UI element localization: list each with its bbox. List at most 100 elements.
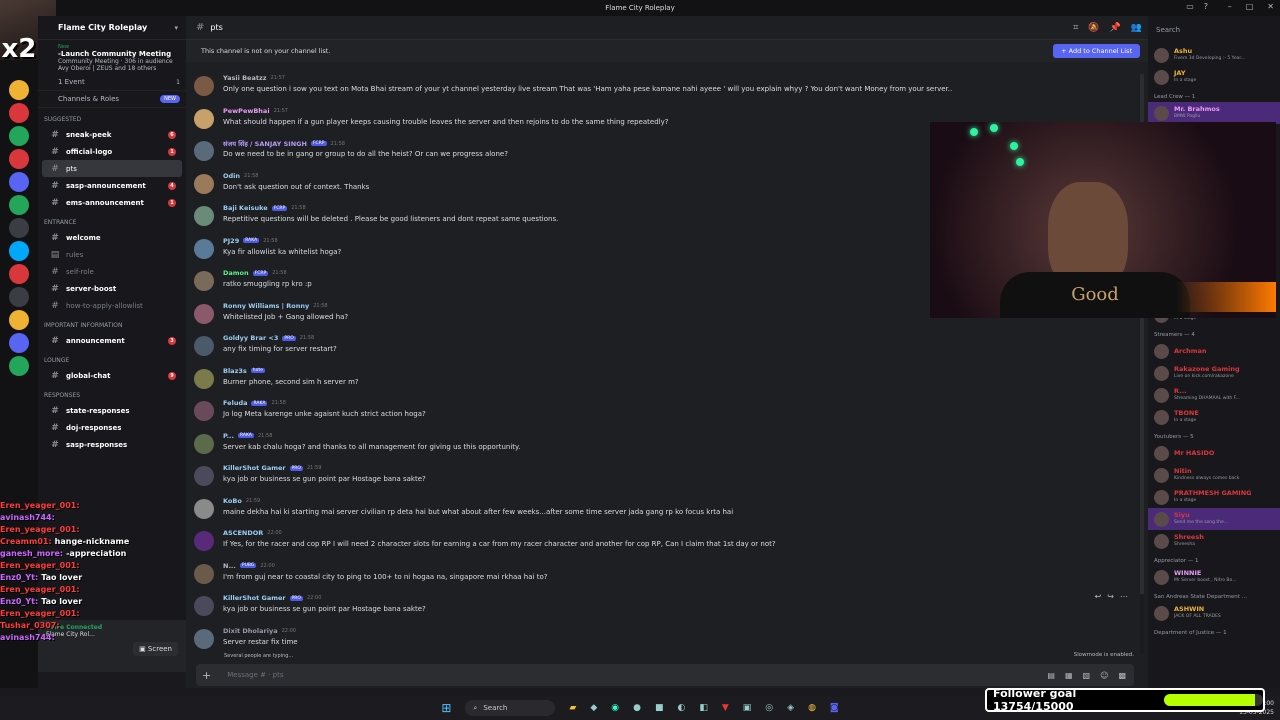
app-icon[interactable]: ◐ — [677, 703, 685, 713]
message-composer[interactable]: + Message # · pts ▤ ▦ ▧ ☺ ▩ — [196, 664, 1134, 686]
app-icon[interactable]: ▼ — [722, 703, 729, 713]
server-icon[interactable] — [9, 241, 29, 261]
channel-how-to-apply-allowlist[interactable]: # how-to-apply-allowlist — [42, 297, 182, 314]
maximize-button[interactable]: □ — [1246, 2, 1254, 11]
taskbar-search[interactable]: ⌕ Search — [465, 700, 556, 716]
chat-message[interactable]: KillerShot Gamer PRO 21:59 kya job or busin… — [194, 464, 1124, 496]
server-icon[interactable] — [9, 287, 29, 307]
member-item[interactable]: Siyu Send me the song the... — [1148, 508, 1280, 530]
chat-message[interactable]: KillerShot Gamer PRO 22:00 kya job or busin… — [194, 594, 1124, 626]
member-list-icon[interactable]: 👥 — [1131, 23, 1142, 33]
help-icon[interactable]: ? — [1204, 2, 1208, 11]
windows-start-icon[interactable]: ⊞ — [441, 701, 451, 715]
message-username[interactable]: Feluda — [223, 399, 247, 407]
app-icon[interactable]: ◆ — [590, 703, 597, 713]
channel-server-boost[interactable]: # server-boost — [42, 280, 182, 297]
channels-roles-link[interactable]: Channels & Roles NEW — [38, 91, 186, 108]
message-username[interactable]: Dixit Dholariya — [223, 627, 278, 635]
sticker-icon[interactable]: ▧ — [1083, 671, 1091, 680]
message-username[interactable]: Baji Keisuke — [223, 204, 268, 212]
gift-icon[interactable]: ▤ — [1047, 671, 1055, 680]
close-button[interactable]: ✕ — [1267, 2, 1274, 11]
screen-share-button[interactable]: ▣ Screen — [133, 642, 178, 656]
avatar[interactable] — [194, 76, 214, 96]
avatar[interactable] — [194, 596, 214, 616]
add-to-channel-list-button[interactable]: + Add to Channel List — [1053, 44, 1140, 58]
chat-message[interactable]: Yasii Beatzz 21:57 Only one question i sow… — [194, 74, 1124, 106]
channel-doj-responses[interactable]: # doj-responses — [42, 419, 182, 436]
member-item[interactable]: TBONE In a stage — [1148, 406, 1280, 428]
channel-sneak-peek[interactable]: # sneak-peek 6 — [42, 126, 182, 143]
message-username[interactable]: KillerShot Gamer — [223, 464, 286, 472]
member-item[interactable]: WINNIE Mr Server boost , Nitro Bo... — [1148, 566, 1280, 588]
channel-welcome[interactable]: # welcome — [42, 229, 182, 246]
channel-rules[interactable]: ▤ rules — [42, 246, 182, 263]
message-username[interactable]: KillerShot Gamer — [223, 594, 286, 602]
channel-sasp-announcement[interactable]: # sasp-announcement 4 — [42, 177, 182, 194]
category-entrance[interactable]: ENTRANCE — [38, 211, 186, 229]
chrome-icon[interactable]: ◍ — [808, 703, 816, 713]
member-item[interactable]: Nitin Kindness always comes back — [1148, 464, 1280, 486]
category-responses[interactable]: RESPONSES — [38, 384, 186, 402]
minimize-button[interactable]: – — [1228, 2, 1232, 11]
avatar[interactable] — [194, 368, 214, 389]
avatar[interactable] — [194, 498, 214, 519]
avatar[interactable] — [194, 563, 214, 584]
threads-icon[interactable]: ⌗ — [1073, 23, 1078, 33]
plus-icon[interactable]: + — [202, 669, 211, 682]
avatar[interactable] — [194, 531, 214, 551]
message-username[interactable]: PJ29 — [223, 237, 239, 245]
avatar[interactable] — [194, 401, 214, 421]
category-important[interactable]: Important Information — [38, 314, 186, 332]
message-username[interactable]: Goldyy Brar <3 — [223, 334, 278, 342]
avatar[interactable] — [194, 206, 214, 226]
server-icon[interactable] — [9, 149, 29, 169]
discord-icon[interactable]: ◙ — [830, 703, 839, 713]
event-card[interactable]: New -Launch Community Meeting Community … — [38, 40, 186, 74]
server-icon[interactable] — [9, 356, 29, 376]
file-explorer-icon[interactable]: ▰ — [569, 703, 576, 713]
app-icon[interactable]: ◈ — [787, 703, 794, 713]
message-username[interactable]: Blaz3s — [223, 367, 247, 375]
apps-icon[interactable]: ▩ — [1118, 671, 1126, 680]
reply-icon[interactable]: ↩ — [1095, 592, 1102, 601]
message-username[interactable]: Yasii Beatzz — [223, 74, 267, 82]
member-item[interactable]: JAY In a stage — [1148, 66, 1280, 88]
guild-header[interactable]: Flame City Roleplay ▾ — [38, 16, 186, 40]
channel-state-responses[interactable]: # state-responses — [42, 402, 182, 419]
emoji-icon[interactable]: ☺ — [1100, 671, 1108, 680]
channel-pts[interactable]: # pts — [42, 160, 182, 177]
member-item[interactable]: Shreesh Shreesha — [1148, 530, 1280, 552]
message-username[interactable]: Ronny Williams | Ronny — [223, 302, 309, 310]
server-icon[interactable] — [9, 80, 29, 100]
edge-icon[interactable]: ◉ — [611, 703, 619, 713]
forward-icon[interactable]: ↪ — [1107, 592, 1114, 601]
chat-message[interactable]: P... RAKA 21:58 Server kab chalu hoga? and … — [194, 432, 1124, 464]
inbox-icon[interactable]: ▭ — [1186, 2, 1194, 11]
avatar[interactable] — [194, 108, 214, 129]
avatar[interactable] — [194, 336, 214, 356]
app-icon[interactable]: ▣ — [743, 703, 752, 713]
scrollbar-thumb[interactable] — [1140, 594, 1144, 654]
server-icon[interactable] — [9, 103, 29, 123]
channel-sasp-responses[interactable]: # sasp-responses — [42, 436, 182, 453]
server-icon[interactable] — [9, 333, 29, 353]
notification-bell-icon[interactable]: 🔕 — [1088, 23, 1099, 33]
avatar[interactable] — [194, 238, 214, 259]
more-icon[interactable]: ⋯ — [1120, 592, 1128, 601]
chat-message[interactable]: Goldyy Brar <3 PRO 21:58 any fix timing for… — [194, 334, 1124, 366]
member-item[interactable]: ASHWIN JACK OF ALL TRADES — [1148, 602, 1280, 624]
pin-icon[interactable]: 📌 — [1110, 23, 1121, 33]
member-item[interactable]: Ashu Fivem 3d Developing :- 5 Year... — [1148, 44, 1280, 66]
avatar[interactable] — [194, 466, 214, 486]
message-username[interactable]: Damon — [223, 269, 249, 277]
category-lounge[interactable]: Lounge — [38, 349, 186, 367]
message-username[interactable]: P... — [223, 432, 234, 440]
message-username[interactable]: N... — [223, 562, 236, 570]
server-icon[interactable] — [9, 218, 29, 238]
category-suggested[interactable]: Suggested — [38, 108, 186, 126]
message-username[interactable]: Odin — [223, 172, 240, 180]
message-username[interactable]: KoBo — [223, 497, 242, 505]
member-search-input[interactable]: Search — [1152, 20, 1276, 40]
chat-message[interactable]: KoBo 21:59 maine dekha hai ki starting mai… — [194, 497, 1124, 529]
